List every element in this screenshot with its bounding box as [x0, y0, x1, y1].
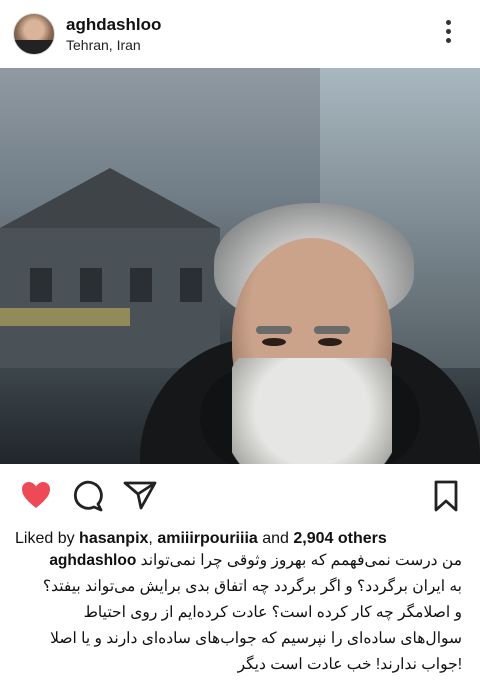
likes-count[interactable]: 2,904 others: [293, 530, 386, 547]
caption-line: !جواب ندارند! خب عادت است دیگر: [237, 656, 462, 673]
location[interactable]: Tehran, Iran: [66, 37, 141, 53]
post-photo[interactable]: [0, 68, 480, 464]
more-options-icon[interactable]: [444, 20, 452, 46]
comment-icon[interactable]: [72, 480, 104, 512]
liker-username[interactable]: amiiirpouriiia: [157, 530, 257, 547]
caption-text: من درست نمی‌فهمم که بهروز وثوقی چرا نمی‌…: [140, 552, 462, 569]
caption-line: به ایران برگردد؟ و اگر برگردد چه اتفاق ب…: [42, 578, 462, 595]
caption-line: سوال‌های ساده‌ای را نپرسیم که جواب‌های س…: [50, 630, 462, 647]
likes-and-label: and: [262, 530, 289, 547]
likes-separator: ,: [148, 530, 153, 547]
caption-line: و اصلا‌مگر چه کار کرده است؟ عادت کرده‌ای…: [83, 604, 462, 621]
likes-summary[interactable]: Liked by hasanpix, amiiirpouriiia and 2,…: [15, 530, 387, 548]
caption-author[interactable]: aghdashloo: [49, 552, 136, 569]
liker-username[interactable]: hasanpix: [79, 530, 148, 547]
post-caption: من درست نمی‌فهمم که بهروز وثوقی چرا نمی‌…: [14, 548, 462, 678]
heart-icon[interactable]: [20, 480, 52, 510]
action-bar: [0, 470, 480, 520]
username[interactable]: aghdashloo: [66, 15, 161, 35]
liked-by-label: Liked by: [15, 530, 75, 547]
post-header: aghdashloo Tehran, Iran: [0, 0, 480, 64]
bookmark-icon[interactable]: [434, 480, 458, 512]
share-icon[interactable]: [123, 480, 157, 510]
caption-line: من درست نمی‌فهمم که بهروز وثوقی چرا نمی‌…: [14, 548, 462, 574]
avatar[interactable]: [13, 13, 55, 55]
